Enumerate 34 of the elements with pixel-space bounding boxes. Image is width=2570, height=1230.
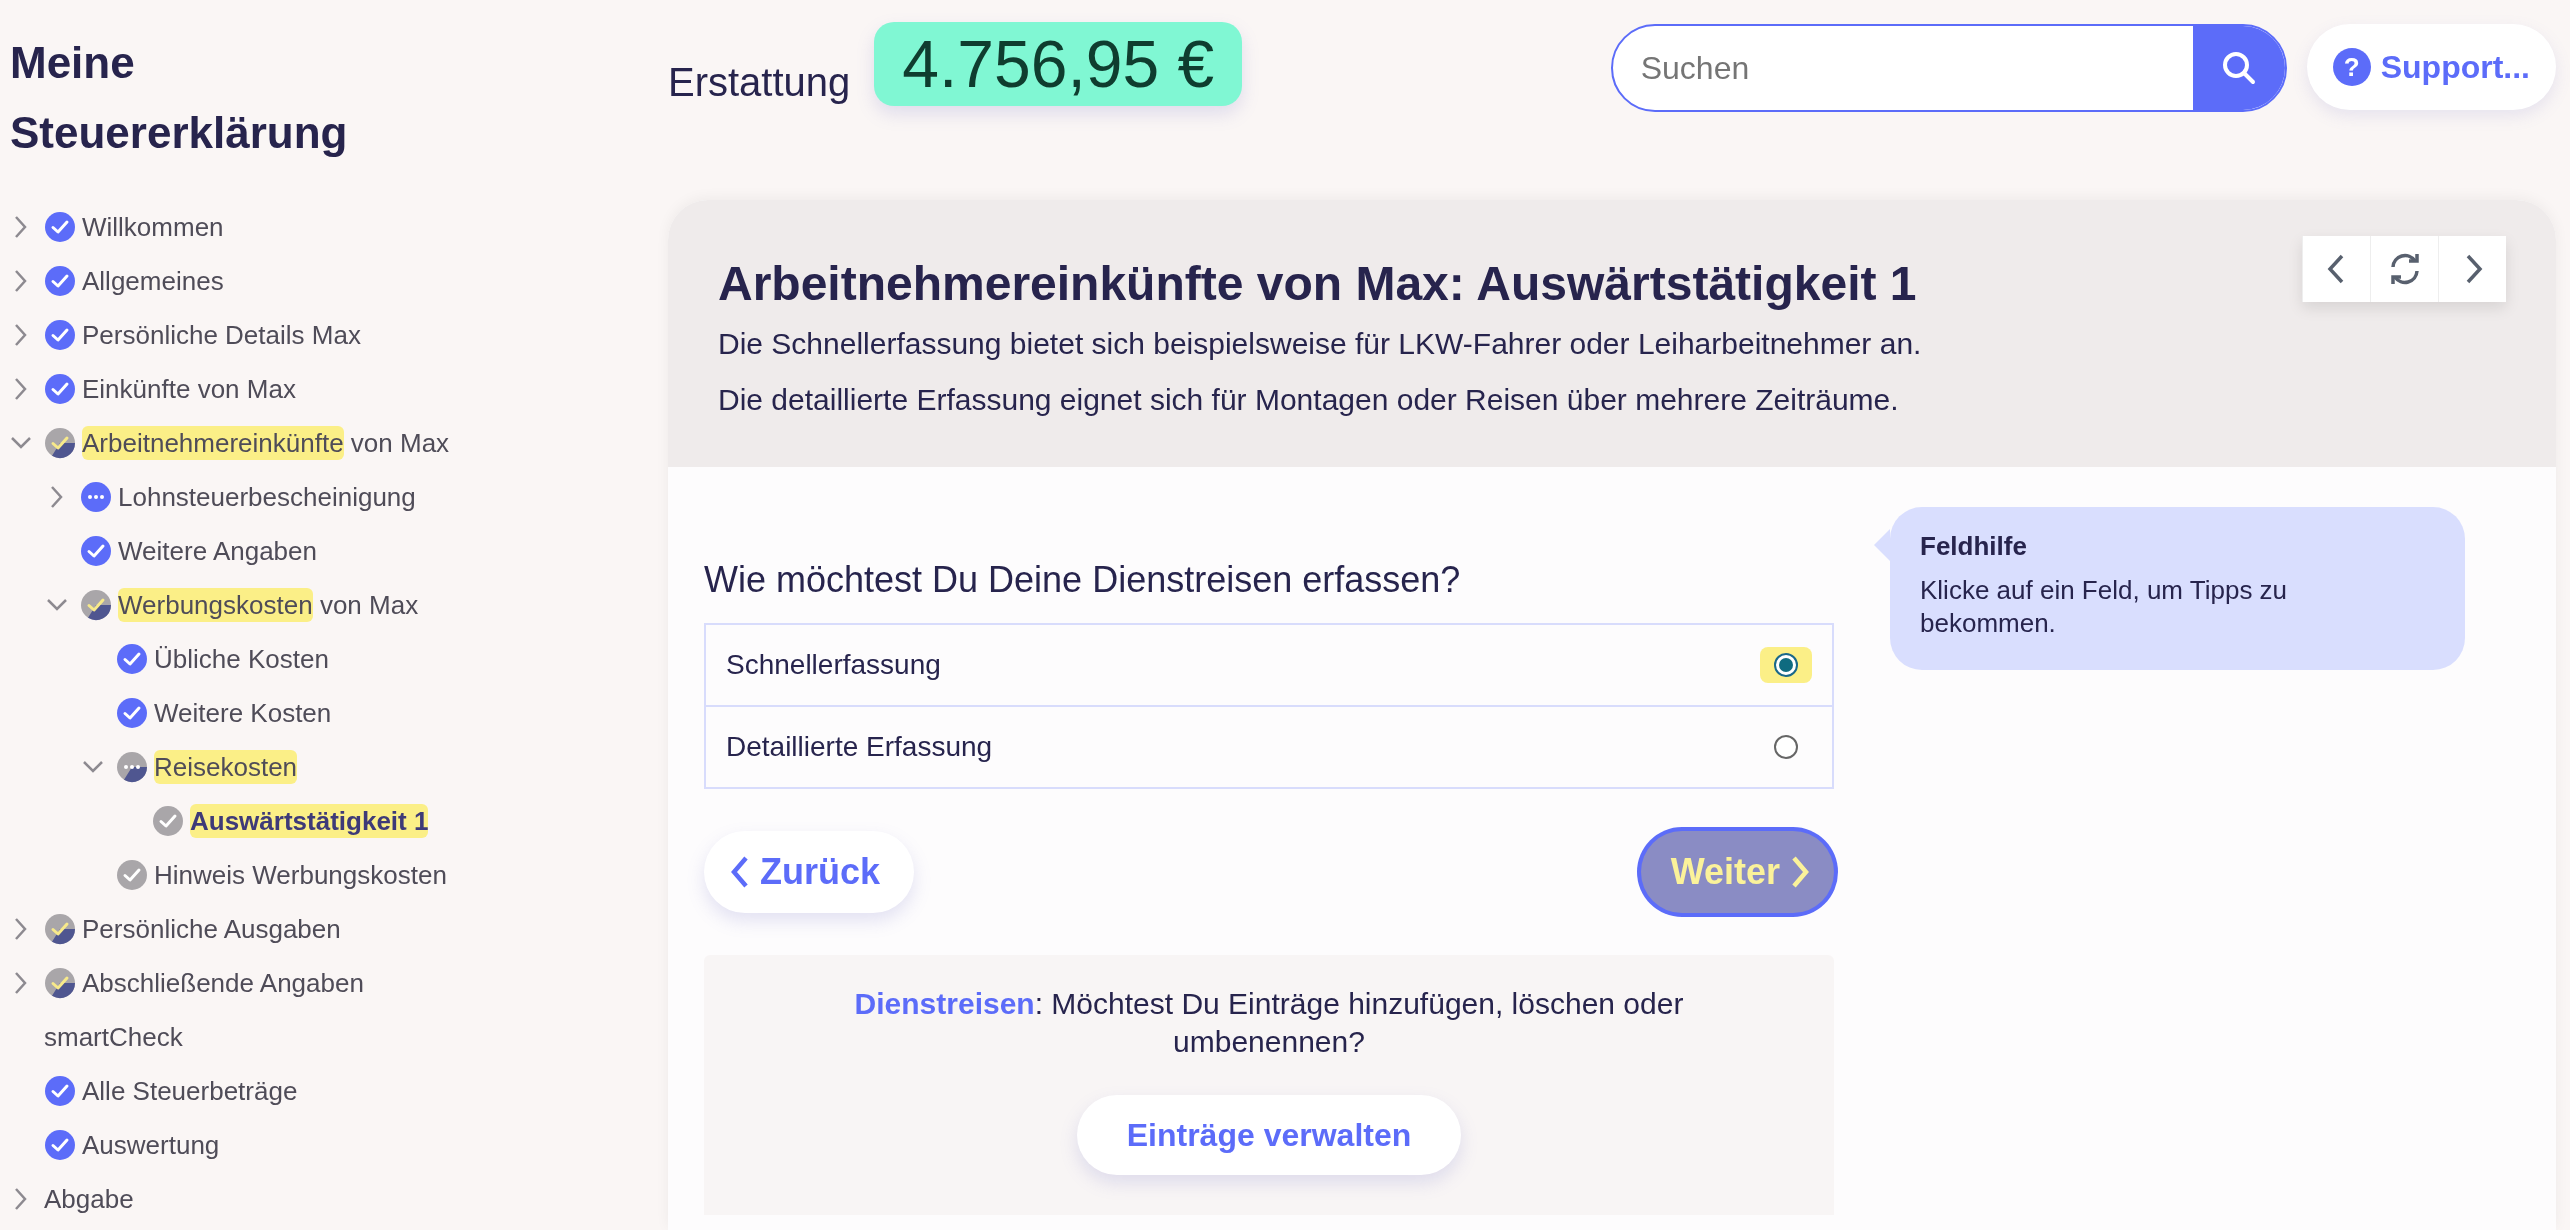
option-label[interactable]: Schnellerfassung: [726, 649, 941, 681]
tree-item[interactable]: Auswertung: [82, 1129, 220, 1161]
help-title: Feldhilfe: [1920, 531, 2028, 562]
tree-item[interactable]: Auswärtstätigkeit 1: [190, 805, 429, 837]
option-label[interactable]: Detaillierte Erfassung: [726, 731, 993, 763]
tree-item[interactable]: Willkommen: [82, 211, 224, 243]
help-text: Klicke auf ein Feld, um Tipps zu bekommen.: [1920, 574, 2289, 640]
page-title: Arbeitnehmereinkünfte von Max: Auswärtstätigkeit 1: [718, 256, 1918, 311]
tree-item[interactable]: smartCheck: [44, 1021, 183, 1053]
refund-amount: 4.756,95 €: [874, 22, 1243, 106]
tree-item[interactable]: Weitere Angaben: [118, 535, 317, 567]
tree-item[interactable]: Einkünfte von Max: [82, 373, 296, 405]
search-bar[interactable]: Suchen: [1610, 24, 2287, 112]
tree-item[interactable]: Persönliche Details Max: [82, 319, 361, 351]
tree-item[interactable]: Lohnsteuerbescheinigung: [118, 481, 416, 513]
tree-item[interactable]: Hinweis Werbungskosten: [154, 859, 447, 891]
tree-item[interactable]: Abschließende Angaben: [82, 967, 364, 999]
tree-item[interactable]: Abgabe: [44, 1183, 134, 1215]
tree-item[interactable]: Weitere Kosten: [154, 697, 332, 729]
refund-label: Erstattung: [668, 60, 851, 105]
tree-item[interactable]: Allgemeines: [82, 265, 224, 297]
app-title: Meine Steuererklärung: [10, 37, 349, 159]
tree-item[interactable]: Reisekosten: [154, 751, 298, 783]
tree-item[interactable]: Übliche Kosten: [154, 643, 329, 675]
tree-item[interactable]: Persönliche Ausgaben: [82, 913, 341, 945]
description-text: Die detaillierte Erfassung eignet sich für Montagen oder Reisen über mehrere Zeiträume.: [718, 383, 1900, 417]
search-input[interactable]: Suchen: [1612, 26, 2193, 110]
tree-item[interactable]: Alle Steuerbeträge: [82, 1075, 298, 1107]
support-button[interactable]: ? Support...: [2306, 24, 2556, 110]
question-text: Wie möchtest Du Deine Dienstreisen erfassen?: [704, 559, 1462, 601]
manage-entries-button[interactable]: Einträge verwalten: [1076, 1095, 1462, 1175]
entries-text: Dienstreisen: Möchtest Du Einträge hinzufügen, löschen oder umbenennen?: [853, 986, 1685, 1060]
description-text: Die Schnellerfassung bietet sich beispielsweise für LKW-Fahrer oder Leiharbeitnehmer an.: [718, 327, 1923, 361]
back-button[interactable]: Zurück: [704, 831, 915, 913]
